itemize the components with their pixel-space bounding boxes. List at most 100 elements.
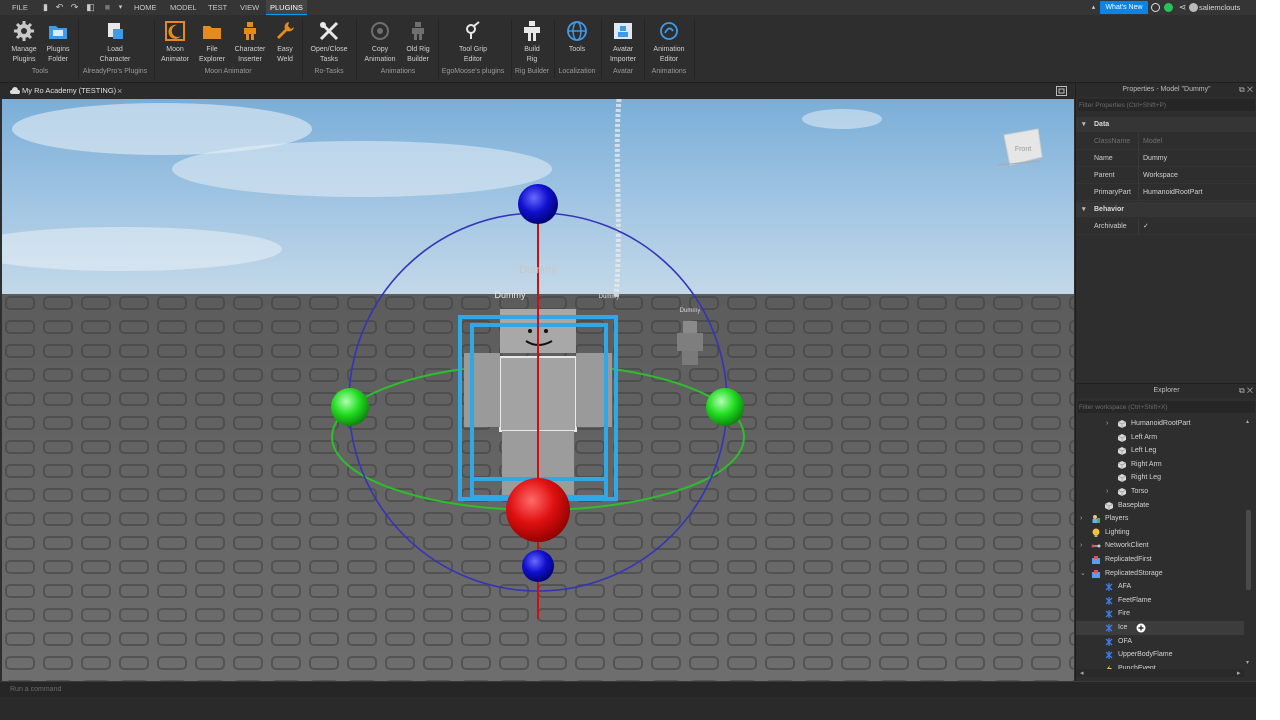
tab-view[interactable]: VIEW — [236, 0, 263, 15]
section-data[interactable]: ▾ Data — [1076, 117, 1257, 132]
chevron-right-icon[interactable]: › — [1080, 512, 1082, 526]
explorer-item[interactable]: PunchEvent — [1076, 662, 1244, 669]
scroll-left-icon[interactable]: ◂ — [1080, 669, 1084, 677]
explorer-item[interactable]: › HumanoidRootPart — [1076, 417, 1244, 431]
part-icon — [1117, 460, 1127, 470]
explorer-item[interactable]: ReplicatedFirst — [1076, 553, 1244, 567]
explorer-item[interactable]: Left Arm — [1076, 431, 1244, 445]
tab-plugins[interactable]: PLUGINS — [266, 0, 307, 15]
explorer-item[interactable]: Lighting — [1076, 526, 1244, 540]
share-icon[interactable]: ⋖ — [1178, 3, 1187, 12]
plugins-folder-button[interactable]: Plugins Folder — [42, 18, 74, 70]
panel-controls[interactable]: ⧉ ✕ — [1239, 384, 1253, 398]
character-inserter-button[interactable]: Character Inserter — [230, 18, 270, 70]
whats-new-button[interactable]: What's New — [1100, 1, 1148, 14]
moon-animator-button[interactable]: Moon Animator — [158, 18, 192, 70]
explorer-item[interactable]: Right Leg — [1076, 471, 1244, 485]
scene-render[interactable]: Dummy Dummy Dummy Dummy Front — [2, 99, 1074, 681]
property-row-classname[interactable]: ClassName Model — [1076, 133, 1257, 150]
collapse-ribbon-icon[interactable]: ▴ — [1089, 3, 1098, 12]
chevron-right-icon[interactable]: › — [1080, 539, 1082, 553]
rotate-handle-red[interactable] — [506, 478, 570, 542]
file-menu[interactable]: FILE — [8, 0, 32, 15]
explorer-item[interactable]: Right Arm — [1076, 458, 1244, 472]
property-row-archivable[interactable]: Archivable ✓ — [1076, 218, 1257, 235]
3d-viewport[interactable]: Dummy Dummy Dummy Dummy Front — [2, 99, 1074, 681]
property-row-name[interactable]: Name Dummy — [1076, 150, 1257, 167]
file-explorer-button[interactable]: File Explorer — [196, 18, 228, 70]
explorer-item-label: UpperBodyFlame — [1118, 651, 1173, 659]
command-bar — [0, 681, 1256, 697]
rotate-handle-green-right[interactable] — [706, 388, 744, 426]
particle-icon — [1104, 637, 1114, 647]
scroll-up-icon[interactable]: ▴ — [1246, 418, 1249, 425]
panel-controls[interactable]: ⧉ ✕ — [1239, 83, 1253, 97]
explorer-item[interactable]: Baseplate — [1076, 499, 1244, 513]
explorer-item-label: Lighting — [1105, 528, 1130, 536]
explorer-item[interactable]: › Torso — [1076, 485, 1244, 499]
copy-animation-button[interactable]: Copy Animation — [360, 18, 400, 70]
load-character-button[interactable]: Load Character — [95, 18, 135, 70]
open-close-tasks-button[interactable]: Open/Close Tasks — [306, 18, 352, 70]
explorer-item[interactable]: AFA — [1076, 580, 1244, 594]
avatar-icon[interactable] — [1189, 3, 1198, 12]
username[interactable]: saliemclouts — [1199, 0, 1240, 15]
animation-editor-button[interactable]: Animation Editor — [648, 18, 690, 70]
filter-properties-input[interactable] — [1078, 99, 1255, 111]
explorer-item[interactable]: Left Leg — [1076, 444, 1244, 458]
fullscreen-toggle-icon[interactable] — [1056, 86, 1067, 96]
tab-test[interactable]: TEST — [204, 0, 231, 15]
scroll-down-icon[interactable]: ▾ — [1246, 659, 1249, 666]
explorer-item[interactable]: › Players — [1076, 512, 1244, 526]
new-file-icon[interactable]: ▮ — [41, 3, 50, 12]
close-tab-icon[interactable]: × — [117, 83, 122, 99]
avatar-importer-button[interactable]: Avatar Importer — [606, 18, 640, 70]
explorer-item[interactable]: › NetworkClient — [1076, 539, 1244, 553]
group-moon-animator: Moon Animator — [204, 68, 252, 75]
easy-weld-button[interactable]: Easy Weld — [271, 18, 299, 70]
load-character-icon — [108, 23, 123, 39]
old-rig-builder-button[interactable]: Old Rig Builder — [400, 18, 436, 70]
scroll-right-icon[interactable]: ▸ — [1237, 669, 1241, 677]
explorer-item[interactable]: Fire — [1076, 607, 1244, 621]
save-icon[interactable]: ■ — [103, 3, 112, 12]
explorer-title: Explorer — [1076, 384, 1257, 398]
tab-home[interactable]: HOME — [130, 0, 161, 15]
explorer-item[interactable]: FeetFlame — [1076, 594, 1244, 608]
explorer-item[interactable]: ⌄ ReplicatedStorage — [1076, 567, 1244, 581]
document-tab[interactable]: My Ro Academy (TESTING) — [4, 83, 116, 99]
rotate-handle-blue-bottom[interactable] — [522, 550, 554, 582]
manage-plugins-button[interactable]: Manage Plugins — [6, 18, 42, 70]
tool-grip-editor-button[interactable]: Tool Grip Editor — [450, 18, 496, 70]
build-rig-button[interactable]: Build Rig — [516, 18, 548, 70]
dummy-left-arm[interactable] — [464, 353, 500, 427]
chevron-right-icon[interactable]: › — [1106, 485, 1108, 499]
team-create-icon[interactable] — [1164, 3, 1173, 12]
particle-icon — [1104, 609, 1114, 619]
chevron-down-icon[interactable]: ⌄ — [1080, 567, 1086, 581]
section-behavior[interactable]: ▾ Behavior — [1076, 202, 1257, 217]
command-input[interactable] — [10, 684, 1250, 695]
rotate-handle-green-left[interactable] — [331, 388, 369, 426]
ribbon-separator — [644, 19, 645, 79]
explorer-item[interactable]: UpperBodyFlame — [1076, 648, 1244, 662]
property-row-primarypart[interactable]: PrimaryPart HumanoidRootPart — [1076, 184, 1257, 201]
archivable-checkbox[interactable]: ✓ — [1143, 218, 1149, 235]
explorer-item-label: Players — [1105, 515, 1129, 523]
explorer-item[interactable]: OFA — [1076, 635, 1244, 649]
quick-access-dropdown-icon[interactable]: ▾ — [116, 3, 125, 12]
redo-icon[interactable]: ↷ — [70, 3, 79, 12]
undo-icon[interactable]: ↶ — [55, 3, 64, 12]
explorer-scrollbar-thumb[interactable] — [1246, 510, 1251, 590]
help-icon[interactable] — [1151, 3, 1160, 12]
publish-icon[interactable]: ◧ — [86, 3, 95, 12]
property-row-parent[interactable]: Parent Workspace — [1076, 167, 1257, 184]
rotate-handle-blue-top[interactable] — [518, 184, 558, 224]
explorer-horizontal-scrollbar[interactable] — [1076, 669, 1244, 677]
explorer-item[interactable]: Ice — [1076, 621, 1244, 635]
localization-tools-button[interactable]: Tools — [562, 18, 592, 70]
add-object-icon[interactable] — [1136, 623, 1146, 633]
tab-model[interactable]: MODEL — [166, 0, 201, 15]
chevron-right-icon[interactable]: › — [1106, 417, 1108, 431]
filter-workspace-input[interactable] — [1078, 401, 1255, 413]
